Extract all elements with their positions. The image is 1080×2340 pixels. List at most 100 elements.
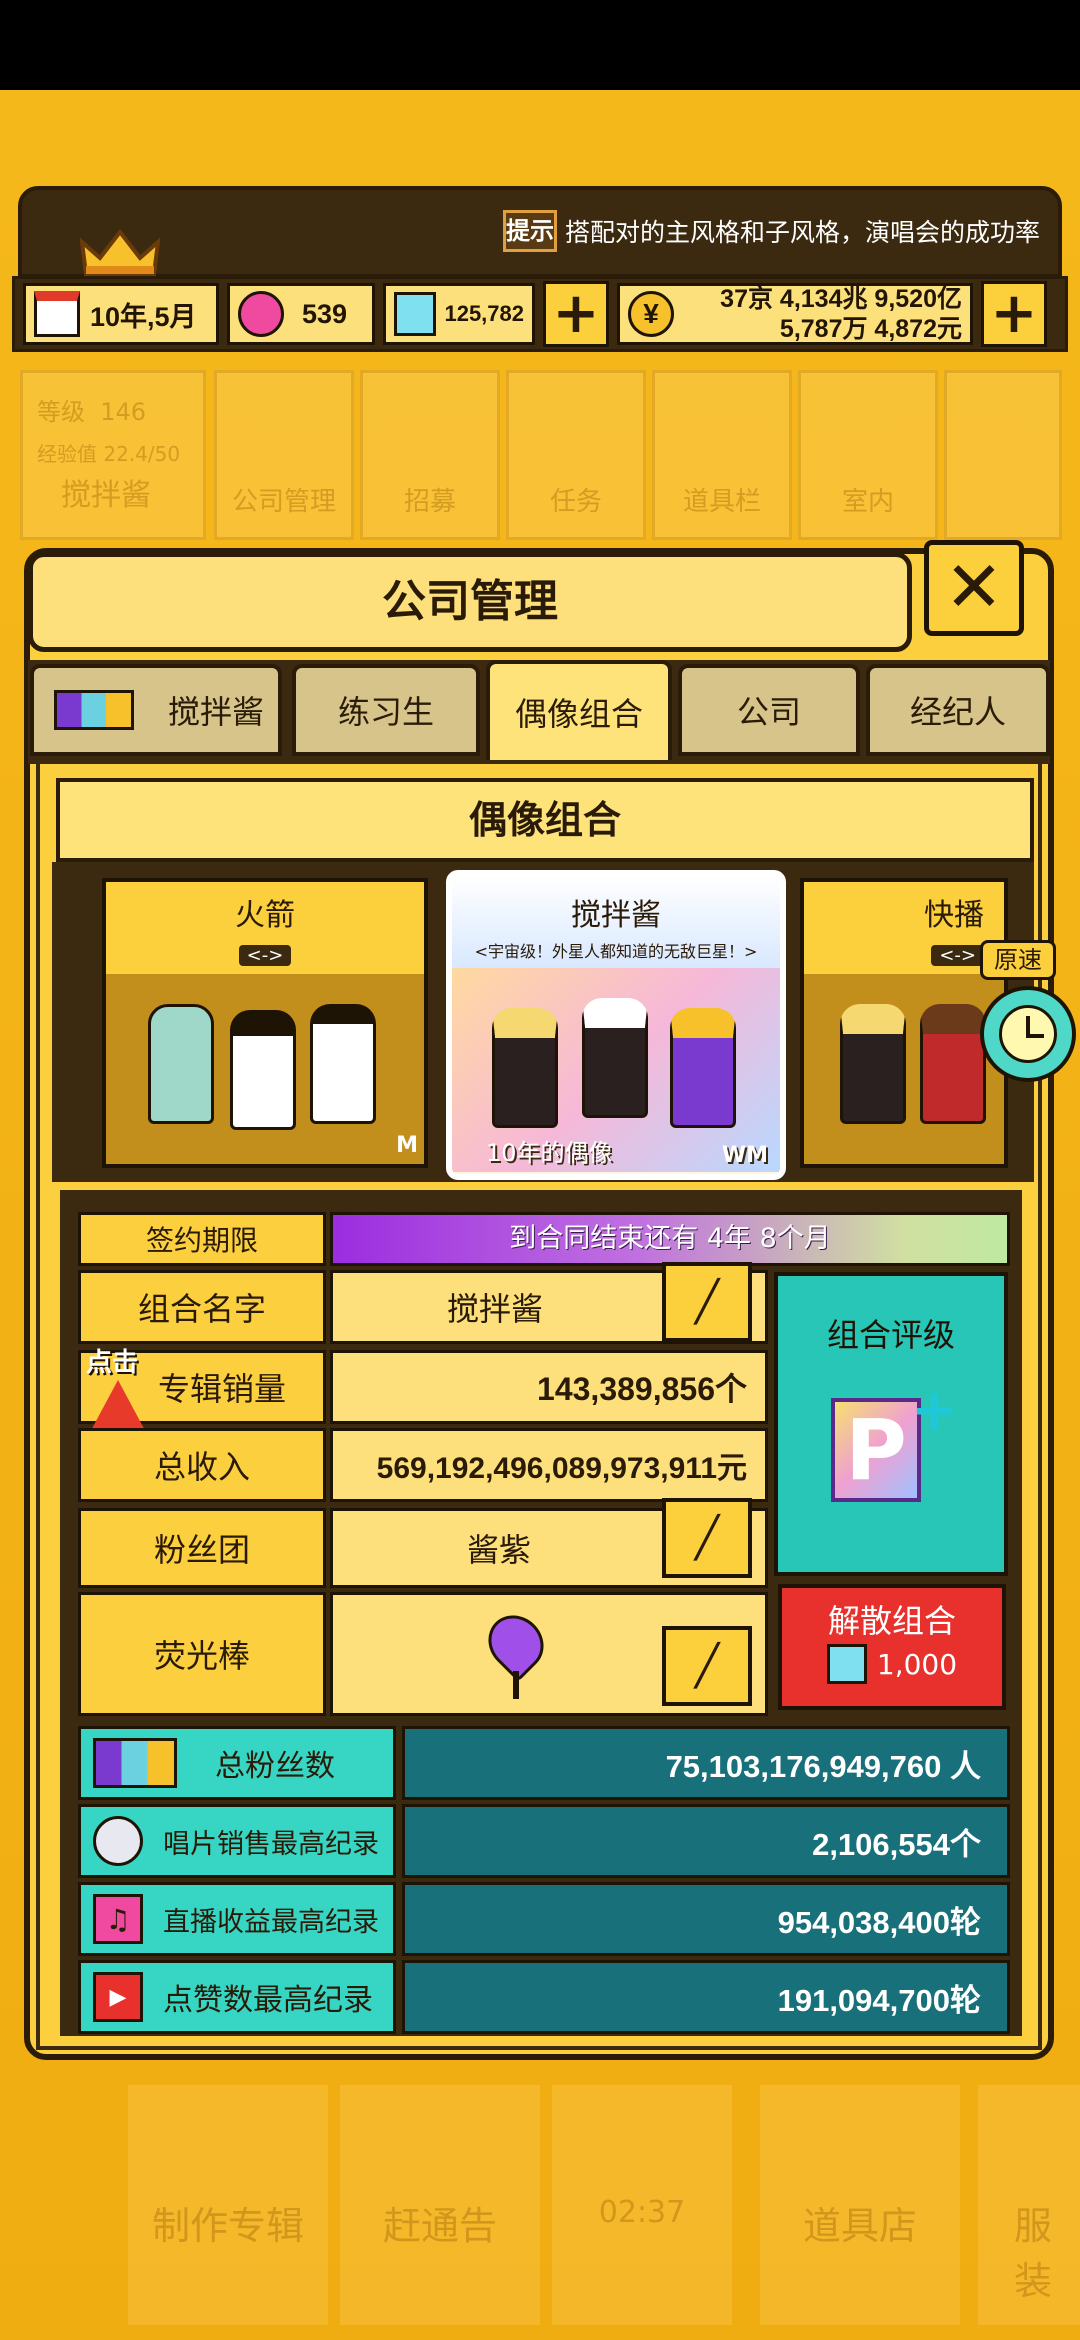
stat-likes-text: 点赞数最高纪录 <box>163 1983 373 2018</box>
tip-badge: 提示 <box>502 210 557 252</box>
member-figure <box>582 998 648 1118</box>
diamond-icon <box>394 292 437 336</box>
card-left-arrows: <-> <box>238 945 292 966</box>
menu-company[interactable]: 公司管理 <box>214 370 354 540</box>
disband-cost-row: 1,000 <box>782 1644 1002 1684</box>
disband-cost: 1,000 <box>876 1647 958 1681</box>
level-label: 等级 <box>37 398 85 426</box>
group-name-label: 组合名字 <box>78 1270 326 1344</box>
card-left-name: 火箭 <box>235 898 295 933</box>
add-diamonds-button[interactable]: + <box>543 281 609 347</box>
menu-recruit[interactable]: 招募 <box>360 370 500 540</box>
edit-name-button[interactable]: ╱ <box>662 1262 752 1342</box>
bottom-timer[interactable]: 02:37 <box>552 2085 732 2325</box>
level-row: 等级 146 <box>37 391 203 433</box>
fanclub-label: 粉丝团 <box>78 1508 326 1588</box>
date-value: 10年,5月 <box>90 301 197 332</box>
tab-manager[interactable]: 经纪人 <box>866 664 1050 756</box>
card-mid-caption: 10年的偶像 <box>486 1139 613 1167</box>
tip-text-row: 提示 搭配对的主风格和子风格，演唱会的成功率 <box>502 210 1040 252</box>
card-right-header: 快播 <-> <box>804 882 1004 974</box>
member-figure <box>230 1010 296 1130</box>
tab-player-label: 搅拌酱 <box>168 693 265 731</box>
diamond-value: 125,782 <box>444 301 524 326</box>
play-icon: ▶ <box>93 1972 143 2022</box>
pencil-icon: ╱ <box>694 1279 720 1325</box>
total-income-label: 总收入 <box>78 1428 326 1502</box>
close-button[interactable]: ✕ <box>924 540 1024 636</box>
stat-fans-value: 75,103,176,949,760 人 <box>402 1726 1010 1800</box>
card-right-image <box>804 974 1004 1164</box>
calendar-icon <box>34 291 80 337</box>
tab-idol-group[interactable]: 偶像组合 <box>486 660 672 764</box>
card-mid-tag: WM <box>721 1143 768 1168</box>
music-note-icon: ♫ <box>93 1894 143 1944</box>
stat-live-income-value: 954,038,400轮 <box>402 1882 1010 1956</box>
gem-value: 539 <box>302 298 348 329</box>
clock-hand <box>1028 1034 1044 1038</box>
contract-label: 签约期限 <box>78 1212 326 1266</box>
clock-face <box>999 1005 1057 1063</box>
menu-mail[interactable] <box>944 370 1062 540</box>
speed-label: 原速 <box>980 940 1056 980</box>
bottom-costume[interactable]: 服装 <box>978 2085 1080 2325</box>
exp-row: 经验值 22.4/50 <box>37 433 203 475</box>
coin-icon: ¥ <box>628 291 674 337</box>
exp-label: 经验值 <box>37 442 97 466</box>
edit-lightstick-button[interactable]: ╱ <box>662 1626 752 1706</box>
bottom-make-album[interactable]: 制作专辑 <box>128 2085 328 2325</box>
stat-likes-label: ▶ 点赞数最高纪录 <box>78 1960 396 2034</box>
plus-icon: + <box>911 1378 958 1443</box>
click-hint: 点击 <box>86 1348 139 1378</box>
total-income-value: 569,192,496,089,973,911元 <box>330 1428 768 1502</box>
card-right-arrows: <-> <box>931 945 984 966</box>
menu-tasks[interactable]: 任务 <box>506 370 646 540</box>
group-card-right[interactable]: 快播 <-> <box>800 878 1008 1168</box>
gem-chip: 539 <box>227 283 375 345</box>
money-lines: 37京 4,134兆 9,520亿 5,787万 4,872元 <box>720 284 962 344</box>
group-card-left[interactable]: 火箭 <-> M <box>102 878 428 1168</box>
card-mid-subtitle: <宇宙级！外星人都知道的无敌巨星！> <box>474 942 758 961</box>
money-chip: ¥ 37京 4,134兆 9,520亿 5,787万 4,872元 <box>617 283 973 345</box>
bottom-shop[interactable]: 道具店 <box>760 2085 960 2325</box>
rating-label: 组合评级 <box>826 1316 955 1354</box>
menu-inventory[interactable]: 道具栏 <box>652 370 792 540</box>
stat-record-sales-text: 唱片销售最高纪录 <box>163 1828 379 1860</box>
stat-record-sales-label: 唱片销售最高纪录 <box>78 1804 396 1878</box>
member-figure <box>920 1004 986 1124</box>
speed-toggle[interactable]: 原速 <box>980 940 1076 1090</box>
member-figure <box>310 1004 376 1124</box>
stat-live-income-label: ♫ 直播收益最高纪录 <box>78 1882 396 1956</box>
add-money-button[interactable]: + <box>981 281 1047 347</box>
fans-icon <box>93 1738 177 1788</box>
player-name: 搅拌酱 <box>61 478 151 513</box>
menu-interior[interactable]: 室内 <box>798 370 938 540</box>
disband-button[interactable]: 解散组合 1,000 <box>778 1584 1006 1710</box>
player-level-panel: 等级 146 经验值 22.4/50 搅拌酱 <box>20 370 206 540</box>
diamond-chip: 125,782 <box>383 283 535 345</box>
money-line-1: 37京 4,134兆 9,520亿 <box>720 285 962 313</box>
bottom-schedule[interactable]: 赶通告 <box>340 2085 540 2325</box>
pencil-icon: ╱ <box>694 1515 720 1561</box>
level-value: 146 <box>100 398 147 426</box>
disband-label: 解散组合 <box>827 1602 956 1640</box>
stat-record-sales-value: 2,106,554个 <box>402 1804 1010 1878</box>
disc-icon <box>93 1816 143 1866</box>
member-figure <box>670 1008 736 1128</box>
stat-likes-value: 191,094,700轮 <box>402 1960 1010 2034</box>
rating-badge-icon: P + <box>831 1378 958 1502</box>
section-title: 偶像组合 <box>56 778 1034 862</box>
tab-player[interactable]: 搅拌酱 <box>30 664 282 756</box>
tab-company[interactable]: 公司 <box>678 664 860 756</box>
resource-bar: 10年,5月 539 125,782 + ¥ 37京 4,134兆 9,520亿… <box>12 276 1068 352</box>
exp-value: 22.4/50 <box>103 442 181 466</box>
group-card-selected[interactable]: 搅拌酱 <宇宙级！外星人都知道的无敌巨星！> 10年的偶像 WM <box>446 870 786 1180</box>
money-line-2: 5,787万 4,872元 <box>779 315 962 343</box>
stat-live-income-text: 直播收益最高纪录 <box>163 1906 379 1938</box>
modal-title: 公司管理 <box>28 552 912 652</box>
group-rating-panel: 组合评级 P + <box>774 1272 1008 1576</box>
tab-trainee[interactable]: 练习生 <box>292 664 480 756</box>
card-mid-header: 搅拌酱 <宇宙级！外星人都知道的无敌巨星！> <box>452 876 780 968</box>
edit-fanclub-button[interactable]: ╱ <box>662 1498 752 1578</box>
pencil-icon: ╱ <box>694 1643 720 1689</box>
